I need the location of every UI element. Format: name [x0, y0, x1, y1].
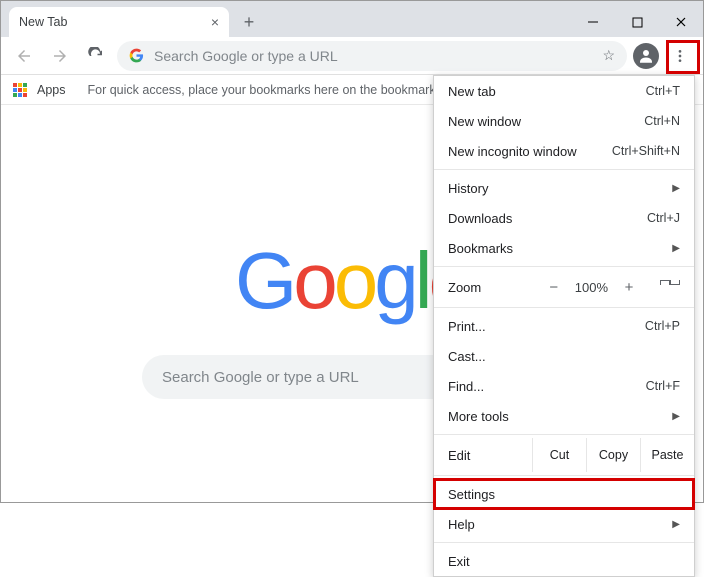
submenu-arrow-icon: ▶	[672, 519, 680, 530]
zoom-out-button[interactable]: −	[547, 279, 561, 296]
menu-separator	[434, 434, 694, 435]
browser-tab[interactable]: New Tab ×	[9, 7, 229, 37]
zoom-in-button[interactable]: +	[622, 279, 636, 296]
address-bar[interactable]: Search Google or type a URL ☆	[117, 41, 627, 71]
minimize-button[interactable]	[571, 7, 615, 37]
menu-separator	[434, 266, 694, 267]
google-icon	[129, 48, 144, 63]
back-button[interactable]	[9, 41, 39, 71]
close-window-button[interactable]	[659, 7, 703, 37]
zoom-value: 100%	[575, 280, 608, 295]
menu-find[interactable]: Find...Ctrl+F	[434, 371, 694, 401]
apps-label[interactable]: Apps	[37, 83, 66, 97]
menu-separator	[434, 307, 694, 308]
toolbar: Search Google or type a URL ☆	[1, 37, 703, 75]
profile-button[interactable]	[633, 43, 659, 69]
bookmarks-hint: For quick access, place your bookmarks h…	[88, 83, 460, 97]
menu-new-incognito[interactable]: New incognito windowCtrl+Shift+N	[434, 136, 694, 166]
menu-new-window[interactable]: New windowCtrl+N	[434, 106, 694, 136]
menu-print[interactable]: Print...Ctrl+P	[434, 311, 694, 341]
menu-downloads[interactable]: DownloadsCtrl+J	[434, 203, 694, 233]
forward-button[interactable]	[45, 41, 75, 71]
bookmark-star-icon[interactable]: ☆	[602, 47, 615, 64]
title-bar: New Tab × +	[1, 1, 703, 37]
menu-cut[interactable]: Cut	[532, 438, 586, 472]
address-bar-placeholder: Search Google or type a URL	[154, 48, 338, 64]
menu-edit-row: Edit Cut Copy Paste	[434, 438, 694, 472]
apps-icon[interactable]	[13, 83, 27, 97]
menu-bookmarks[interactable]: Bookmarks▶	[434, 233, 694, 263]
menu-cast[interactable]: Cast...	[434, 341, 694, 371]
menu-settings[interactable]: Settings	[434, 479, 694, 509]
menu-new-tab[interactable]: New tabCtrl+T	[434, 76, 694, 106]
menu-separator	[434, 169, 694, 170]
fullscreen-icon[interactable]	[660, 280, 680, 294]
menu-separator	[434, 475, 694, 476]
menu-button[interactable]	[665, 41, 695, 71]
submenu-arrow-icon: ▶	[672, 243, 680, 254]
submenu-arrow-icon: ▶	[672, 411, 680, 422]
main-menu: New tabCtrl+T New windowCtrl+N New incog…	[433, 75, 695, 577]
menu-more-tools[interactable]: More tools▶	[434, 401, 694, 431]
new-tab-button[interactable]: +	[235, 8, 263, 36]
menu-exit[interactable]: Exit	[434, 546, 694, 576]
menu-copy[interactable]: Copy	[586, 438, 640, 472]
menu-zoom: Zoom − 100% +	[434, 270, 694, 304]
search-placeholder: Search Google or type a URL	[162, 369, 359, 386]
tab-title: New Tab	[19, 15, 67, 29]
menu-paste[interactable]: Paste	[640, 438, 694, 472]
window-controls	[571, 7, 703, 37]
menu-separator	[434, 542, 694, 543]
maximize-button[interactable]	[615, 7, 659, 37]
reload-button[interactable]	[81, 41, 111, 71]
menu-help[interactable]: Help▶	[434, 509, 694, 539]
menu-history[interactable]: History▶	[434, 173, 694, 203]
close-tab-icon[interactable]: ×	[211, 14, 219, 30]
submenu-arrow-icon: ▶	[672, 183, 680, 194]
